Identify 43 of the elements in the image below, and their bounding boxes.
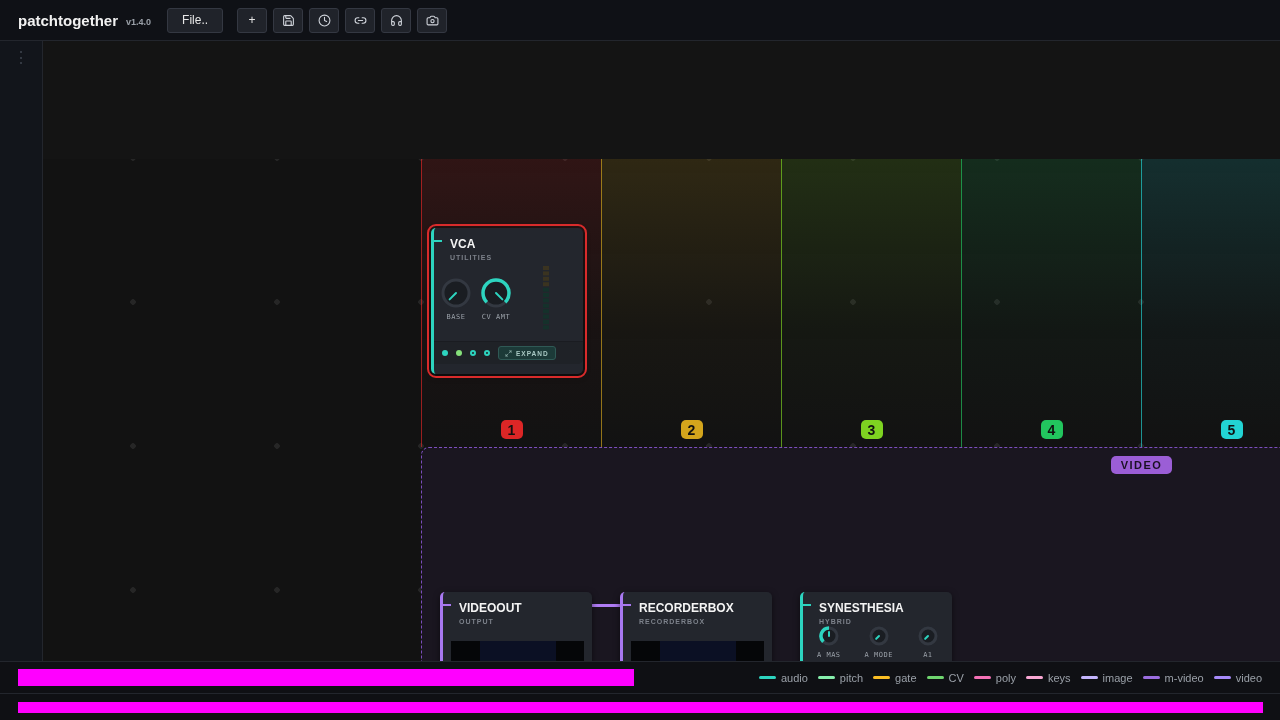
zone-label: VIDEO <box>1111 456 1172 474</box>
app-name: patchtogether <box>18 11 118 29</box>
knob[interactable] <box>867 625 890 647</box>
port[interactable] <box>484 350 490 356</box>
knob[interactable] <box>916 625 939 647</box>
legend-label: pitch <box>839 671 864 684</box>
legend-label: gate <box>895 671 917 684</box>
camera-icon <box>425 13 439 27</box>
knob[interactable] <box>440 277 472 309</box>
save-button[interactable] <box>273 7 304 33</box>
legend-label: poly <box>995 671 1016 684</box>
legend-label: CV <box>948 671 964 684</box>
legend-label: keys <box>1048 671 1071 684</box>
headphones-button[interactable] <box>381 7 412 33</box>
knob[interactable] <box>480 277 512 309</box>
add-button[interactable]: + <box>237 7 268 33</box>
module-title: VCA <box>450 237 477 251</box>
module-title: SYNESTHESIA <box>819 601 905 615</box>
headphones-icon <box>389 13 403 27</box>
expand-icon <box>505 349 512 357</box>
save-icon <box>281 13 295 27</box>
port[interactable] <box>470 350 476 356</box>
legend-label: video <box>1235 671 1262 684</box>
file-button[interactable]: File.. <box>167 7 224 33</box>
knob[interactable] <box>817 625 840 647</box>
port[interactable] <box>456 350 462 356</box>
rail-number[interactable]: 5 <box>1220 420 1243 439</box>
rail-number[interactable]: 4 <box>1040 420 1063 439</box>
rail-number[interactable]: 1 <box>500 420 523 439</box>
legend-label: m-video <box>1164 671 1204 684</box>
legend-label: image <box>1102 671 1133 684</box>
level-meter-drawing <box>542 265 550 331</box>
module-title: RECORDERBOX <box>639 601 735 615</box>
version-label: v1.4.0 <box>126 16 152 27</box>
rail-number[interactable]: 3 <box>860 420 883 439</box>
clock-button[interactable] <box>309 7 340 33</box>
port[interactable] <box>442 350 448 356</box>
legend-label: audio <box>780 671 808 684</box>
rail-number[interactable]: 2 <box>680 420 703 439</box>
camera-button[interactable] <box>417 7 448 33</box>
link-button[interactable] <box>345 7 376 33</box>
module-title: VIDEOOUT <box>459 601 523 615</box>
clock-icon <box>317 13 331 27</box>
